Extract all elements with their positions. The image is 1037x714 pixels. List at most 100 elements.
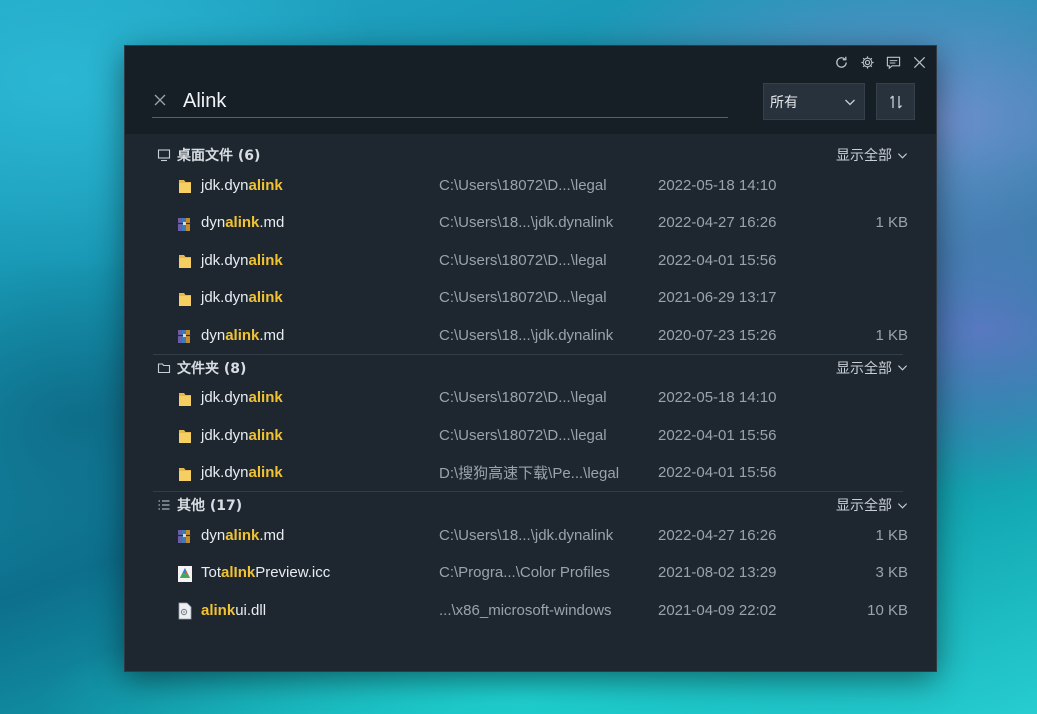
match-highlight: alink: [225, 526, 260, 544]
match-highlight: alink: [248, 251, 283, 269]
file-path: ...\x86_microsoft-windows: [439, 601, 612, 619]
search-window: 所有 桌面文件 (6) 显示全部 jdk.dynalink C:\Users\1807…: [124, 45, 937, 672]
search-underline: [152, 117, 728, 118]
result-row[interactable]: jdk.dynalink C:\Users\18072\D...\legal 202…: [153, 280, 913, 316]
file-name: TotalInkPreview.icc: [201, 564, 331, 581]
file-path: C:\Users\18...\jdk.dynalink: [439, 526, 614, 544]
match-highlight: alink: [201, 601, 236, 619]
result-row[interactable]: jdk.dynalink D:\搜狗高速下载\Pe...\legal 2022-04…: [153, 455, 913, 491]
rar-archive-icon: [177, 215, 193, 233]
result-row[interactable]: jdk.dynalink C:\Users\18072\D...\legal 202…: [153, 167, 913, 203]
file-path: C:\Users\18072\D...\legal: [439, 251, 607, 269]
search-input[interactable]: [183, 86, 723, 116]
section-header: 其他 (17) 显示全部: [157, 492, 908, 518]
file-date: 2021-08-02 13:29: [658, 564, 777, 581]
file-name: dynalink.md: [201, 326, 285, 344]
file-path: C:\Users\18072\D...\legal: [439, 389, 607, 406]
sort-button[interactable]: [876, 83, 915, 120]
file-name: alinkui.dll: [201, 601, 267, 619]
sort-icon: [889, 95, 902, 108]
file-date: 2022-04-01 15:56: [658, 426, 777, 444]
show-all-button[interactable]: 显示全部: [836, 145, 908, 165]
show-all-label: 显示全部: [836, 148, 892, 164]
file-date: 2021-06-29 13:17: [658, 289, 777, 306]
chevron-down-icon: [897, 502, 908, 509]
section-header: 文件夹 (8) 显示全部: [157, 355, 908, 381]
file-date: 2022-04-27 16:26: [658, 214, 777, 231]
feedback-icon[interactable]: [884, 53, 902, 71]
desktop-icon: [157, 148, 171, 162]
file-size: 1 KB: [875, 326, 908, 344]
file-size: 3 KB: [875, 564, 908, 581]
folder-outline-icon: [157, 361, 171, 375]
result-row[interactable]: dynalink.md C:\Users\18...\jdk.dynalink 20…: [153, 205, 913, 241]
match-highlight: alink: [248, 464, 283, 481]
file-date: 2021-04-09 22:02: [658, 601, 777, 619]
match-highlight: alInk: [221, 564, 256, 581]
chevron-down-icon: [897, 365, 908, 371]
filter-dropdown[interactable]: 所有: [763, 83, 865, 120]
file-name: jdk.dynalink: [201, 176, 283, 194]
result-row[interactable]: alinkui.dll ...\x86_microsoft-windows 2021…: [153, 592, 913, 628]
folder-icon: [177, 177, 193, 195]
file-size: 1 KB: [875, 526, 908, 544]
chevron-down-icon: [897, 152, 908, 159]
section-title: 桌面文件 (6): [177, 148, 261, 164]
file-date: 2022-04-27 16:26: [658, 526, 777, 544]
file-size: 10 KB: [867, 601, 908, 619]
filter-selected-value: 所有: [770, 94, 798, 111]
file-path: C:\Users\18072\D...\legal: [439, 176, 607, 194]
color-profile-icon: [177, 565, 193, 583]
folder-icon: [177, 465, 193, 483]
show-all-label: 显示全部: [836, 498, 892, 514]
window-controls: [832, 53, 928, 71]
folder-icon: [177, 290, 193, 308]
file-date: 2022-05-18 14:10: [658, 176, 777, 194]
file-path: C:\Users\18...\jdk.dynalink: [439, 214, 614, 231]
result-row[interactable]: dynalink.md C:\Users\18...\jdk.dynalink 20…: [153, 317, 913, 353]
file-date: 2020-07-23 15:26: [658, 326, 777, 344]
result-row[interactable]: jdk.dynalink C:\Users\18072\D...\legal 202…: [153, 242, 913, 278]
match-highlight: alink: [248, 289, 283, 306]
file-size: 1 KB: [875, 214, 908, 231]
folder-icon: [177, 427, 193, 445]
file-name: dynalink.md: [201, 214, 285, 231]
show-all-button[interactable]: 显示全部: [836, 495, 908, 515]
file-name: jdk.dynalink: [201, 251, 283, 269]
match-highlight: alink: [248, 426, 283, 444]
close-icon[interactable]: [910, 53, 928, 71]
section-title: 文件夹 (8): [177, 360, 247, 377]
file-date: 2022-05-18 14:10: [658, 389, 777, 406]
match-highlight: alink: [248, 389, 283, 406]
refresh-icon[interactable]: [832, 53, 850, 71]
result-row[interactable]: TotalInkPreview.icc C:\Progra...\Color Pr…: [153, 555, 913, 591]
folder-icon: [177, 390, 193, 408]
file-path: D:\搜狗高速下载\Pe...\legal: [439, 465, 620, 482]
list-icon: [157, 498, 171, 512]
file-path: C:\Users\18072\D...\legal: [439, 426, 607, 444]
match-highlight: alink: [248, 176, 283, 194]
show-all-button[interactable]: 显示全部: [836, 358, 908, 378]
rar-archive-icon: [177, 527, 193, 545]
clear-search-icon[interactable]: [152, 92, 168, 108]
match-highlight: alink: [225, 214, 260, 231]
dll-file-icon: [177, 602, 193, 620]
folder-icon: [177, 252, 193, 270]
file-path: C:\Users\18072\D...\legal: [439, 289, 607, 306]
file-name: dynalink.md: [201, 526, 285, 544]
file-name: jdk.dynalink: [201, 389, 283, 406]
file-name: jdk.dynalink: [201, 464, 283, 481]
file-name: jdk.dynalink: [201, 426, 283, 444]
section-title: 其他 (17): [177, 498, 243, 514]
chevron-down-icon: [845, 99, 855, 105]
gear-icon[interactable]: [858, 53, 876, 71]
section-header: 桌面文件 (6) 显示全部: [157, 142, 908, 168]
result-row[interactable]: jdk.dynalink C:\Users\18072\D...\legal 202…: [153, 417, 913, 453]
match-highlight: alink: [225, 326, 260, 344]
file-date: 2022-04-01 15:56: [658, 251, 777, 269]
result-row[interactable]: dynalink.md C:\Users\18...\jdk.dynalink 20…: [153, 517, 913, 553]
results-list: 桌面文件 (6) 显示全部 jdk.dynalink C:\Users\18072\D…: [125, 134, 936, 671]
file-name: jdk.dynalink: [201, 289, 283, 306]
result-row[interactable]: jdk.dynalink C:\Users\18072\D...\legal 202…: [153, 380, 913, 416]
show-all-label: 显示全部: [836, 360, 892, 377]
